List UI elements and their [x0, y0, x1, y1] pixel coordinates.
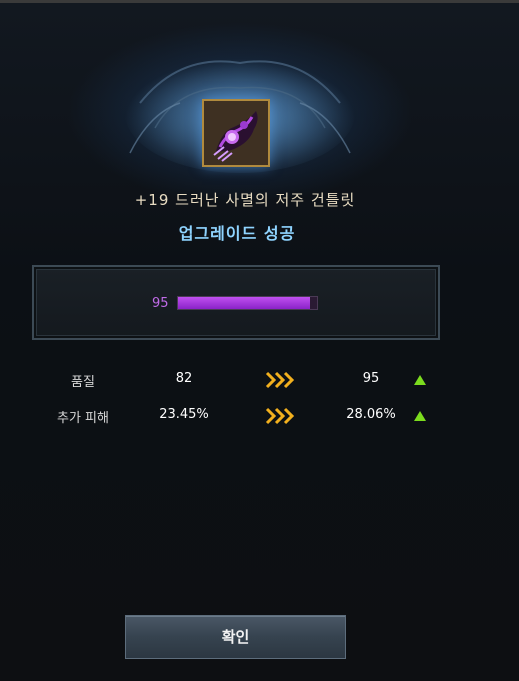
stat-after-value: 95 — [362, 371, 380, 386]
stat-row-quality: 품질 82 95 — [0, 371, 519, 393]
stat-before-value: 23.45% — [159, 407, 209, 422]
stat-row-extra-damage: 추가 피해 23.45% 28.06% — [0, 407, 519, 429]
quality-bar — [177, 296, 318, 310]
triple-chevron-right-icon — [265, 371, 295, 389]
increase-arrow-icon — [414, 375, 426, 385]
stat-after-value: 28.06% — [346, 407, 396, 422]
stat-label: 추가 피해 — [57, 411, 109, 426]
confirm-button[interactable]: 확인 — [125, 615, 346, 659]
item-name: +19 드러난 사멸의 저주 건틀릿 — [134, 191, 356, 209]
upgrade-result-panel: +19 드러난 사멸의 저주 건틀릿 업그레이드 성공 95 품질 82 95 … — [0, 0, 519, 681]
gauntlet-icon — [204, 101, 268, 165]
stat-label: 품질 — [71, 375, 95, 390]
quality-bar-fill — [178, 297, 311, 309]
result-title: 업그레이드 성공 — [178, 224, 296, 243]
increase-arrow-icon — [414, 411, 426, 421]
stat-before-value: 82 — [175, 371, 193, 386]
item-slot — [202, 99, 270, 167]
quality-value: 95 — [152, 296, 169, 311]
triple-chevron-right-icon — [265, 407, 295, 425]
